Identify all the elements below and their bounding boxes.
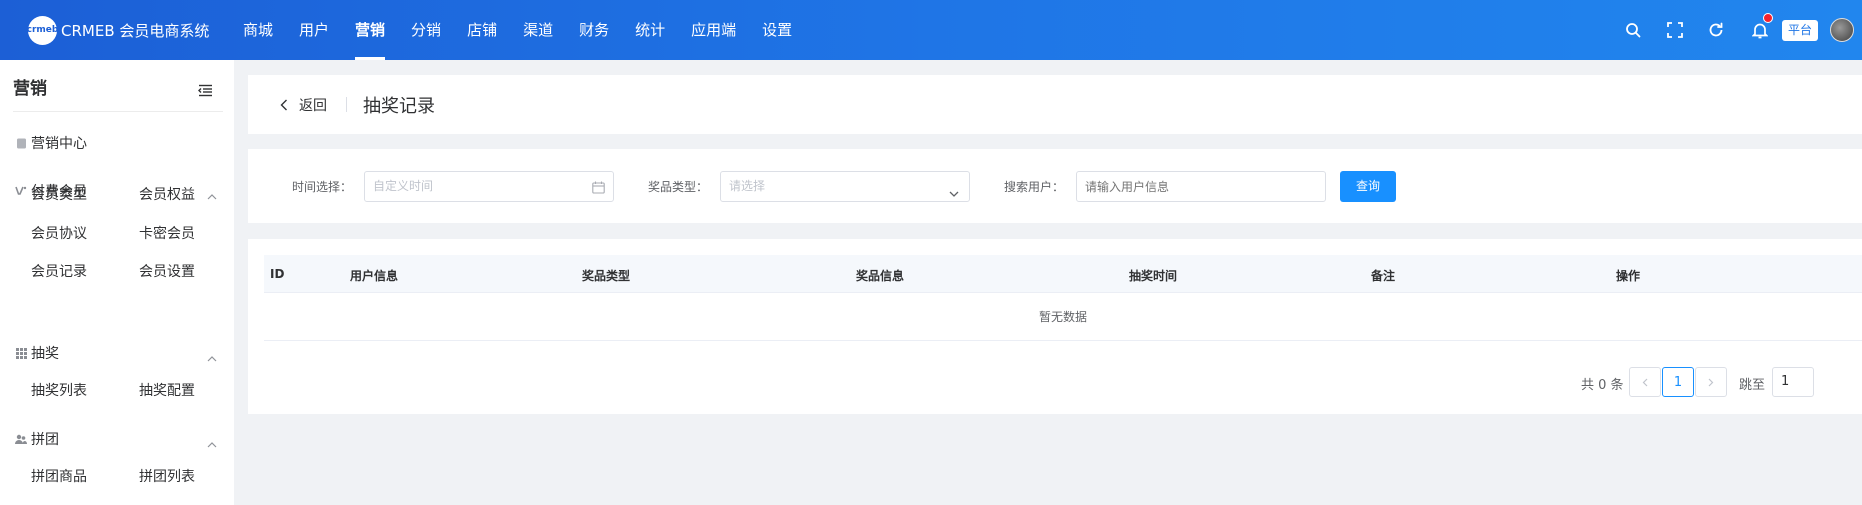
sidebar-item-lottery-config[interactable]: 抽奖配置 xyxy=(139,380,195,400)
column-header-user-info: 用户信息 xyxy=(350,269,399,283)
grid-icon xyxy=(15,347,27,359)
chevron-up-icon[interactable] xyxy=(207,433,217,452)
sidebar-group-label: 拼团 xyxy=(31,432,59,448)
sidebar-item-member-settings[interactable]: 会员设置 xyxy=(139,261,195,281)
goto-page-input[interactable]: 1 xyxy=(1772,367,1814,397)
divider xyxy=(346,97,347,112)
column-header-remark: 备注 xyxy=(1371,269,1396,283)
sidebar-group-group-buy[interactable]: 拼团 xyxy=(15,429,59,449)
table-empty-text: 暂无数据 xyxy=(264,293,1862,341)
sidebar-item-marketing-center[interactable]: 营销中心 xyxy=(15,133,87,153)
records-table-panel: ID 用户信息 奖品类型 奖品信息 抽奖时间 备注 操作 暂无数据 共 0 条 … xyxy=(248,239,1862,414)
page-title: 抽奖记录 xyxy=(363,96,435,117)
vip-icon xyxy=(15,185,27,197)
sidebar-item-member-records[interactable]: 会员记录 xyxy=(31,261,87,281)
sidebar-item-card-member[interactable]: 卡密会员 xyxy=(139,223,195,243)
prize-type-select[interactable]: 请选择 xyxy=(720,171,970,202)
next-page-button[interactable] xyxy=(1695,367,1727,397)
sidebar-item-member-type[interactable]: 会员类型 xyxy=(31,184,87,204)
page-number-1[interactable]: 1 xyxy=(1662,367,1694,397)
nav-item-statistics[interactable]: 统计 xyxy=(622,0,678,60)
calendar-icon[interactable] xyxy=(592,179,605,198)
refresh-icon[interactable] xyxy=(1705,19,1727,41)
pagination-total: 共 0 条 xyxy=(1581,378,1624,393)
sidebar-item-member-rights[interactable]: 会员权益 xyxy=(139,184,195,204)
nav-item-distribution[interactable]: 分销 xyxy=(398,0,454,60)
chevron-up-icon[interactable] xyxy=(207,347,217,366)
nav-item-settings[interactable]: 设置 xyxy=(749,0,805,60)
group-buy-icon xyxy=(15,433,27,445)
notification-dot xyxy=(1763,13,1773,23)
sidebar-group-lottery[interactable]: 抽奖 xyxy=(15,343,59,363)
page-header: 返回 抽奖记录 xyxy=(248,75,1862,134)
sidebar-group-label: 抽奖 xyxy=(31,346,59,362)
top-header: crmeb CRMEB 会员电商系统 商城 用户 营销 分销 店铺 渠道 财务 … xyxy=(0,0,1862,60)
chevron-left-icon xyxy=(280,99,288,111)
nav-item-store[interactable]: 店铺 xyxy=(454,0,510,60)
nav-item-channel[interactable]: 渠道 xyxy=(510,0,566,60)
filter-panel: 时间选择： 自定义时间 奖品类型： 请选择 搜索用户： 查询 xyxy=(248,149,1862,223)
prev-page-button[interactable] xyxy=(1629,367,1661,397)
sidebar-item-label: 营销中心 xyxy=(31,136,87,152)
user-search-input[interactable] xyxy=(1076,171,1326,202)
logo-mark: crmeb xyxy=(27,15,58,45)
back-button[interactable]: 返回 xyxy=(280,95,327,115)
sidebar-item-group-list[interactable]: 拼团列表 xyxy=(139,466,195,486)
sidebar-item-group-products[interactable]: 拼团商品 xyxy=(31,466,87,486)
time-label: 时间选择： xyxy=(292,180,353,194)
search-user-label: 搜索用户： xyxy=(1004,180,1065,194)
main-nav: 商城 用户 营销 分销 店铺 渠道 财务 统计 应用端 设置 xyxy=(230,0,805,60)
goto-label: 跳至 xyxy=(1739,378,1766,393)
avatar[interactable] xyxy=(1830,18,1854,42)
back-label: 返回 xyxy=(299,98,327,114)
column-header-prize-type: 奖品类型 xyxy=(582,269,631,283)
column-header-prize-info: 奖品信息 xyxy=(856,269,905,283)
nav-item-mall[interactable]: 商城 xyxy=(230,0,286,60)
table-header: ID 用户信息 奖品类型 奖品信息 抽奖时间 备注 操作 xyxy=(264,255,1862,293)
date-range-input[interactable]: 自定义时间 xyxy=(364,171,614,202)
sidebar-item-member-agreement[interactable]: 会员协议 xyxy=(31,223,87,243)
nav-item-app[interactable]: 应用端 xyxy=(678,0,749,60)
sidebar: 营销 营销中心 付费会员 会员类型 会员权益 会员协议 卡密会员 会员记录 会员… xyxy=(0,60,234,505)
sidebar-header: 营销 xyxy=(13,74,223,112)
nav-item-finance[interactable]: 财务 xyxy=(566,0,622,60)
document-icon xyxy=(15,137,27,149)
fullscreen-icon[interactable] xyxy=(1664,19,1686,41)
chevron-down-icon[interactable] xyxy=(949,182,959,201)
column-header-draw-time: 抽奖时间 xyxy=(1129,269,1178,283)
platform-tag[interactable]: 平台 xyxy=(1782,20,1818,41)
nav-item-marketing[interactable]: 营销 xyxy=(342,0,398,60)
query-button[interactable]: 查询 xyxy=(1340,171,1396,202)
search-icon[interactable] xyxy=(1622,19,1644,41)
nav-item-user[interactable]: 用户 xyxy=(286,0,342,60)
column-header-actions: 操作 xyxy=(1616,269,1641,283)
sidebar-item-lottery-list[interactable]: 抽奖列表 xyxy=(31,380,87,400)
column-header-id: ID xyxy=(270,267,285,281)
logo[interactable]: crmeb CRMEB 会员电商系统 xyxy=(27,15,210,45)
logo-text: CRMEB 会员电商系统 xyxy=(61,21,210,40)
chevron-up-icon[interactable] xyxy=(207,185,217,204)
prize-type-label: 奖品类型： xyxy=(648,180,709,194)
bell-icon[interactable] xyxy=(1749,13,1773,41)
sidebar-title: 营销 xyxy=(13,79,47,99)
menu-collapse-icon[interactable] xyxy=(198,82,213,101)
